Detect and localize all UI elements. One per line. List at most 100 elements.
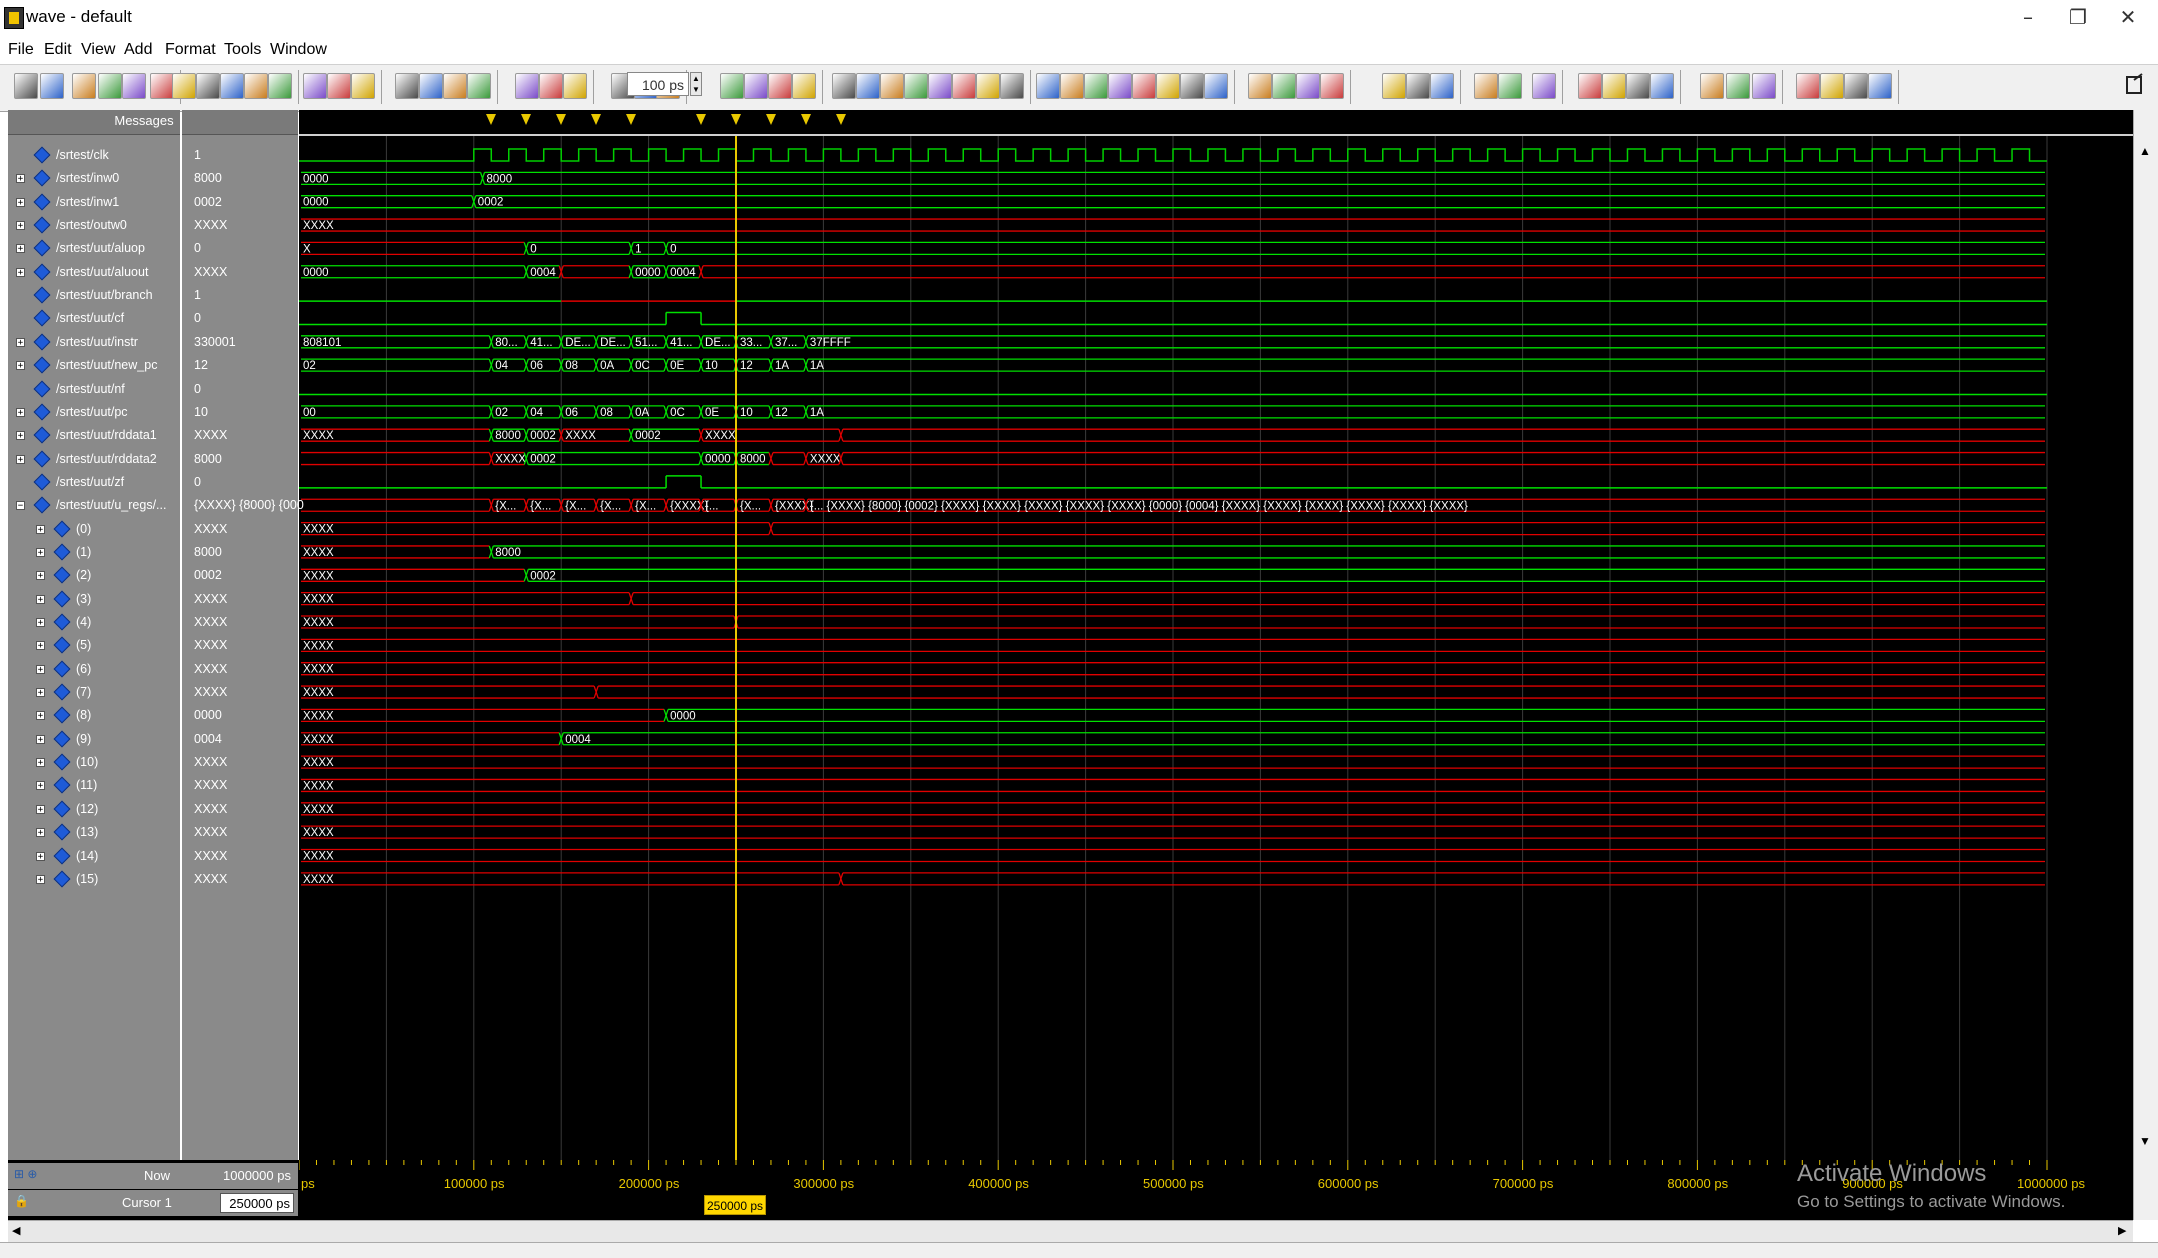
toolbar-icon[interactable] [327,73,351,99]
expand-icon[interactable]: + [36,734,45,744]
toolbar-icon[interactable] [220,73,244,99]
toolbar-icon[interactable] [351,73,375,99]
time-marker-icon[interactable] [521,114,532,125]
expand-icon[interactable]: + [36,804,45,814]
menu-file[interactable]: File [8,36,34,64]
scroll-up-icon[interactable]: ▲ [2139,144,2151,158]
toolbar-icon[interactable] [1296,73,1320,99]
toolbar-icon[interactable] [1382,73,1406,99]
time-marker-icon[interactable] [765,114,776,125]
expand-icon[interactable]: + [36,688,45,698]
toolbar-icon[interactable] [1726,73,1750,99]
toolbar-icon[interactable] [1272,73,1296,99]
expand-icon[interactable]: + [36,641,45,651]
toolbar-icon[interactable] [515,73,539,99]
signal-row[interactable]: + /srtest/uut/aluop 0 [8,237,298,260]
toolbar-icon[interactable] [244,73,268,99]
collapse-icon[interactable]: − [16,501,25,511]
toolbar-icon[interactable] [1204,73,1228,99]
expand-icon[interactable]: + [36,828,45,838]
signal-row[interactable]: + /srtest/uut/new_pc 12 [8,354,298,377]
toolbar-icon[interactable] [303,73,327,99]
signal-row[interactable]: + (6) XXXX [8,658,298,681]
toolbar-icon[interactable] [768,73,792,99]
signal-row[interactable]: + (8) 0000 [8,704,298,727]
horizontal-scrollbar[interactable]: ◀ ▶ [8,1220,2133,1243]
toolbar-icon[interactable] [395,73,419,99]
menu-view[interactable]: View [81,36,115,64]
expand-icon[interactable]: + [16,267,25,277]
signal-row[interactable]: − /srtest/uut/u_regs/... {XXXX} {8000} {00… [8,494,304,517]
toolbar-icon[interactable] [720,73,744,99]
signal-row[interactable]: + (3) XXXX [8,588,298,611]
time-marker-icon[interactable] [835,114,846,125]
toolbar-icon[interactable] [1320,73,1344,99]
expand-icon[interactable]: + [16,174,25,184]
minimize-button[interactable]: – [2003,0,2053,34]
toolbar-icon[interactable] [1650,73,1674,99]
expand-icon[interactable]: + [16,361,25,371]
zoom-input[interactable]: 100 ps [627,72,689,96]
expand-icon[interactable]: + [16,407,25,417]
vertical-scrollbar[interactable]: ▲ ▼ [2133,110,2158,1220]
signal-row[interactable]: + (7) XXXX [8,681,298,704]
expand-icon[interactable]: + [16,337,25,347]
time-marker-icon[interactable] [626,114,637,125]
signal-row[interactable]: + (14) XXXX [8,845,298,868]
cursor-value[interactable]: 250000 ps [220,1193,294,1213]
toolbar-icon[interactable] [122,73,146,99]
toolbar-icon[interactable] [904,73,928,99]
expand-icon[interactable]: + [36,851,45,861]
close-button[interactable]: ✕ [2103,0,2153,34]
signal-row[interactable]: + /srtest/outw0 XXXX [8,214,298,237]
signal-row[interactable]: + (10) XXXX [8,751,298,774]
expand-icon[interactable]: + [36,758,45,768]
scroll-left-icon[interactable]: ◀ [12,1224,20,1237]
footer-icons[interactable]: ⊞ ⊕ [14,1167,37,1181]
expand-icon[interactable]: + [36,547,45,557]
toolbar-icon[interactable] [563,73,587,99]
signal-row[interactable]: + /srtest/uut/rddata2 8000 [8,448,298,471]
toolbar-icon[interactable] [539,73,563,99]
toolbar-icon[interactable] [832,73,856,99]
toolbar-icon[interactable] [150,73,174,99]
signal-row[interactable]: + (13) XXXX [8,821,298,844]
toolbar-icon[interactable] [1132,73,1156,99]
toolbar-icon[interactable] [880,73,904,99]
menu-add[interactable]: Add [124,36,152,64]
toolbar-icon[interactable] [792,73,816,99]
dock-icon[interactable] [2124,72,2146,98]
signal-row[interactable]: /srtest/uut/cf 0 [8,307,298,330]
toolbar-icon[interactable] [1036,73,1060,99]
signal-row[interactable]: /srtest/uut/zf 0 [8,471,298,494]
expand-icon[interactable]: + [36,711,45,721]
toolbar-icon[interactable] [1752,73,1776,99]
expand-icon[interactable]: + [16,244,25,254]
time-marker-icon[interactable] [556,114,567,125]
toolbar-icon[interactable] [1156,73,1180,99]
expand-icon[interactable]: + [36,594,45,604]
toolbar-icon[interactable] [1108,73,1132,99]
toolbar-icon[interactable] [1700,73,1724,99]
signal-row[interactable]: + (12) XXXX [8,798,298,821]
signal-row[interactable]: + /srtest/uut/pc 10 [8,401,298,424]
signal-row[interactable]: + (5) XXXX [8,634,298,657]
expand-icon[interactable]: + [16,197,25,207]
expand-icon[interactable]: + [16,221,25,231]
toolbar-icon[interactable] [14,73,38,99]
menu-edit[interactable]: Edit [44,36,72,64]
signal-row[interactable]: + (2) 0002 [8,564,298,587]
zoom-spinner[interactable]: ▲ ▼ [690,72,702,96]
signal-row[interactable]: /srtest/uut/nf 0 [8,378,298,401]
signal-row[interactable]: + /srtest/inw1 0002 [8,191,298,214]
toolbar-icon[interactable] [1498,73,1522,99]
signal-row[interactable]: + (11) XXXX [8,774,298,797]
menu-format[interactable]: Format [165,36,216,64]
expand-icon[interactable]: + [16,431,25,441]
expand-icon[interactable]: + [16,454,25,464]
expand-icon[interactable]: + [36,874,45,884]
toolbar-icon[interactable] [172,73,196,99]
expand-icon[interactable]: + [36,664,45,674]
toolbar-icon[interactable] [1474,73,1498,99]
signal-row[interactable]: /srtest/clk 1 [8,144,298,167]
